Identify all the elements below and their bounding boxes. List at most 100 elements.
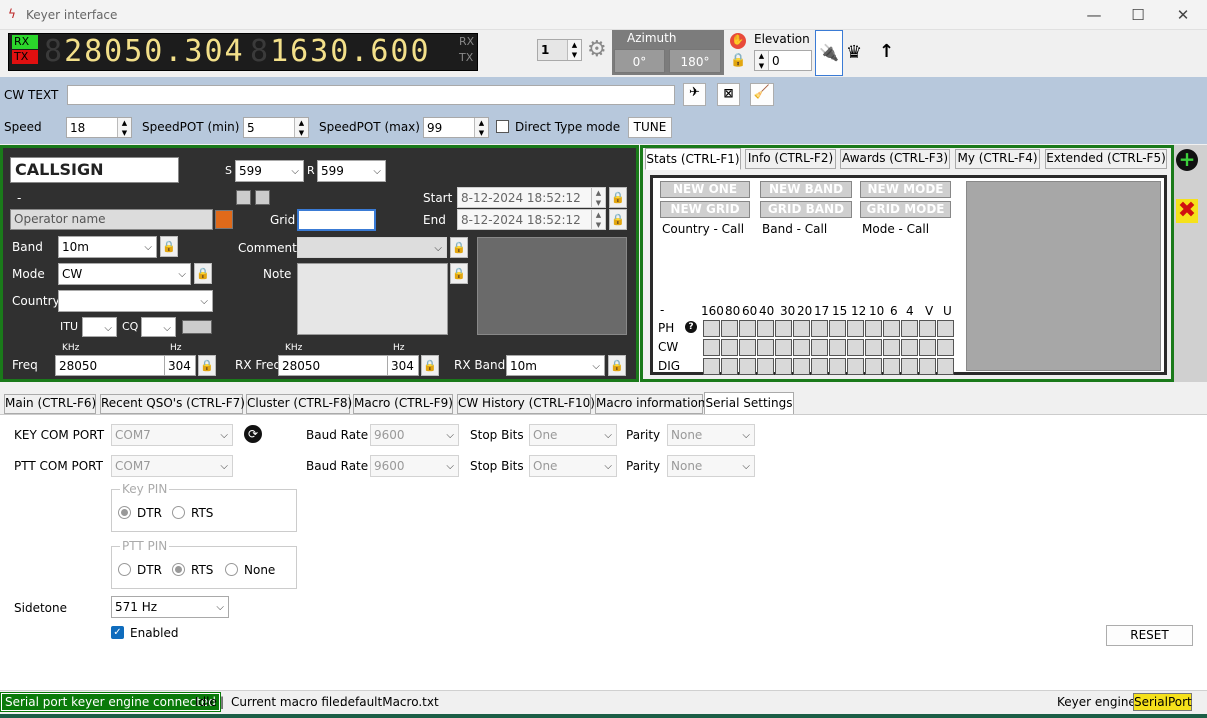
key-pin-dtr-radio[interactable]: DTR <box>118 506 162 520</box>
tab-awards[interactable]: Awards (CTRL-F3) <box>840 149 950 169</box>
country-select[interactable]: ⌵ <box>58 290 213 312</box>
sidetone-select[interactable]: 571 Hz ⌵ <box>111 596 229 618</box>
tab-macro[interactable]: Macro (CTRL-F9) <box>353 394 453 414</box>
azimuth-180-button[interactable]: 180° <box>669 49 721 73</box>
rx-band-lock-icon[interactable]: 🔒 <box>608 355 626 376</box>
end-time-input[interactable]: 8-12-2024 18:52:12 ▲ ▼ <box>457 209 606 230</box>
ptt-pin-none-radio[interactable]: None <box>225 563 275 577</box>
speedpot-max-label: SpeedPOT (max) <box>319 120 420 134</box>
ptt-pin-dtr-radio[interactable]: DTR <box>118 563 162 577</box>
ptt-com-port-select[interactable]: COM7 ⌵ <box>111 455 233 477</box>
lock-icon[interactable]: 🔒 <box>730 53 746 68</box>
delete-x-icon[interactable]: ✖ <box>1176 199 1198 223</box>
rst-sent-select[interactable]: 599 ⌵ <box>235 160 304 182</box>
radio-dot <box>172 563 185 576</box>
cq-select[interactable]: ⌵ <box>141 317 176 337</box>
rx-freq-khz-input[interactable]: 28050 <box>278 355 388 376</box>
stop-cw-button[interactable]: ⊠ <box>717 83 740 106</box>
freq-hz-input[interactable]: 304 <box>164 355 196 376</box>
chevron-down-icon: ⌵ <box>178 269 186 280</box>
stop-rotator-icon[interactable]: ✋ <box>730 33 746 49</box>
tune-button[interactable]: TUNE <box>628 117 672 138</box>
tab-info[interactable]: Info (CTRL-F2) <box>745 149 836 169</box>
key-parity-select[interactable]: None ⌵ <box>667 424 755 446</box>
tab-macro-information[interactable]: Macro information <box>595 394 705 414</box>
band-grid-cell <box>793 320 810 337</box>
speedpot-min-input[interactable]: 5 ▲ ▼ <box>243 117 309 138</box>
key-com-port-value: COM7 <box>115 428 151 442</box>
tab-recent-qsos[interactable]: Recent QSO's (CTRL-F7) <box>100 394 245 414</box>
freq-lock-icon[interactable]: 🔒 <box>198 355 216 376</box>
start-lock-icon[interactable]: 🔒 <box>609 187 627 208</box>
ptt-pin-rts-radio[interactable]: RTS <box>172 563 213 577</box>
rx-freq-hz-input[interactable]: 304 <box>387 355 419 376</box>
speedpot-max-input[interactable]: 99 ▲ ▼ <box>423 117 489 138</box>
rst-rcvd-select[interactable]: 599 ⌵ <box>317 160 386 182</box>
mode-lock-icon[interactable]: 🔒 <box>194 263 212 284</box>
callsign-input[interactable]: CALLSIGN <box>10 157 179 183</box>
refresh-icon[interactable]: ⟳ <box>244 425 262 443</box>
flag-box-2[interactable] <box>255 190 270 205</box>
direct-type-checkbox[interactable] <box>496 120 509 133</box>
tab-extended[interactable]: Extended (CTRL-F5) <box>1045 149 1167 169</box>
band-lock-icon[interactable]: 🔒 <box>160 236 178 257</box>
grid-input[interactable] <box>297 209 376 231</box>
elevation-spinner[interactable]: ▲ ▼ <box>755 51 769 70</box>
note-lock-icon[interactable]: 🔒 <box>450 263 468 284</box>
speed-input[interactable]: 18 ▲ ▼ <box>66 117 132 138</box>
add-plus-icon[interactable]: + <box>1176 149 1198 171</box>
band-grid-cell <box>937 320 954 337</box>
send-cw-button[interactable]: ✈ <box>683 83 706 106</box>
mode-select[interactable]: CW ⌵ <box>58 263 191 285</box>
freq-khz-input[interactable]: 28050 <box>55 355 165 376</box>
maximize-button[interactable]: ☐ <box>1118 4 1158 26</box>
operator-book-icon[interactable] <box>215 210 233 229</box>
speed-value: 18 <box>70 121 86 135</box>
tab-my[interactable]: My (CTRL-F4) <box>955 149 1040 169</box>
ptt-pin-rts-label: RTS <box>191 563 214 577</box>
cw-text-input[interactable] <box>67 85 675 105</box>
ptt-parity-select[interactable]: None ⌵ <box>667 455 755 477</box>
ptt-com-port-value: COM7 <box>115 459 151 473</box>
gear-icon[interactable]: ⚙ <box>587 38 607 62</box>
crown-icon[interactable]: ♛ <box>846 42 862 64</box>
band-grid-cell <box>919 320 936 337</box>
key-pin-rts-radio[interactable]: RTS <box>172 506 213 520</box>
key-stop-bits-select[interactable]: One ⌵ <box>529 424 617 446</box>
start-time-value: 8-12-2024 18:52:12 <box>461 191 581 205</box>
reset-button[interactable]: RESET <box>1106 625 1193 646</box>
start-time-input[interactable]: 8-12-2024 18:52:12 ▲ ▼ <box>457 187 606 208</box>
ptt-stop-bits-select[interactable]: One ⌵ <box>529 455 617 477</box>
key-com-port-select[interactable]: COM7 ⌵ <box>111 424 233 446</box>
ptt-baud-select[interactable]: 9600 ⌵ <box>370 455 459 477</box>
comment-lock-icon[interactable]: 🔒 <box>450 237 468 258</box>
help-icon[interactable]: ? <box>685 321 697 333</box>
elevation-input[interactable]: 0 ▲ ▼ <box>754 50 812 71</box>
note-textarea[interactable] <box>297 263 448 335</box>
minimize-button[interactable]: — <box>1074 4 1114 26</box>
clear-broom-button[interactable]: 🧹 <box>750 83 774 106</box>
tab-main[interactable]: Main (CTRL-F6) <box>4 394 96 414</box>
key-baud-select[interactable]: 9600 ⌵ <box>370 424 459 446</box>
itu-select[interactable]: ⌵ <box>82 317 117 337</box>
band-grid-cell <box>865 358 882 375</box>
flag-box-1[interactable] <box>236 190 251 205</box>
comment-select[interactable]: ⌵ <box>297 237 447 258</box>
connect-plug-button[interactable]: 🔌 <box>815 30 843 76</box>
tab-cluster[interactable]: Cluster (CTRL-F8) <box>246 394 352 414</box>
arrow-up-icon[interactable]: ↑ <box>879 41 894 63</box>
tab-serial-settings[interactable]: Serial Settings <box>704 392 794 415</box>
vfo-spinner[interactable]: ▲ ▼ <box>567 40 581 60</box>
tab-stats[interactable]: Stats (CTRL-F1) <box>645 148 741 170</box>
azimuth-0-button[interactable]: 0° <box>614 49 665 73</box>
tab-cw-history[interactable]: CW History (CTRL-F10) <box>457 394 595 414</box>
band-grid-cell <box>901 358 918 375</box>
vfo-selector[interactable]: 1 ▲ ▼ <box>537 39 582 61</box>
operator-name-input[interactable]: Operator name <box>10 209 213 230</box>
rx-band-select[interactable]: 10m ⌵ <box>506 355 605 376</box>
close-button[interactable]: ✕ <box>1163 4 1203 26</box>
rx-freq-lock-icon[interactable]: 🔒 <box>421 355 439 376</box>
enabled-checkbox[interactable]: ✓ <box>111 626 124 639</box>
end-lock-icon[interactable]: 🔒 <box>609 209 627 230</box>
band-select[interactable]: 10m ⌵ <box>58 236 157 258</box>
